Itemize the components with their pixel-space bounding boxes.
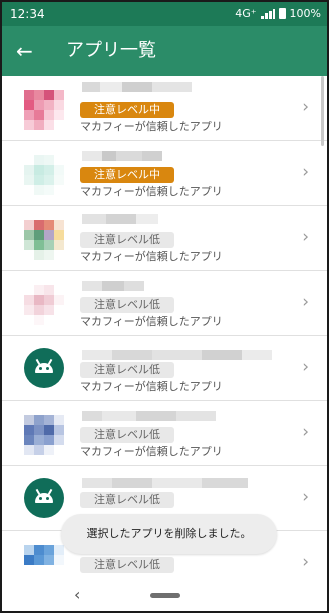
trust-status: マカフィーが信頼したアプリ	[80, 445, 223, 458]
blurred-app-icon	[24, 90, 64, 130]
risk-level-badge: 注意レベル中	[80, 102, 174, 118]
trust-status: マカフィーが信頼したアプリ	[80, 185, 223, 198]
app-name-redacted	[82, 82, 192, 92]
network-label: 4G⁺	[235, 7, 257, 20]
status-bar: 12:34 4G⁺ 100%	[2, 2, 327, 26]
phone-screen: 12:34 4G⁺ 100% ← アプリ一覧 注意レベル中 マカフィーが信頼した…	[0, 0, 329, 613]
app-name-redacted	[82, 350, 272, 360]
app-bar: ← アプリ一覧	[2, 26, 327, 76]
app-list-item[interactable]: 注意レベル中 マカフィーが信頼したアプリ ›	[2, 76, 327, 141]
blurred-app-icon	[24, 155, 64, 195]
status-indicators: 4G⁺ 100%	[235, 7, 321, 20]
blurred-app-icon	[24, 415, 64, 455]
app-list-item[interactable]: 注意レベル低 マカフィーが信頼したアプリ ›	[2, 401, 327, 466]
risk-level-badge: 注意レベル中	[80, 167, 174, 183]
toast-message: 選択したアプリを削除しました。	[61, 514, 277, 554]
trust-status: マカフィーが信頼したアプリ	[80, 120, 223, 133]
trust-status: マカフィーが信頼したアプリ	[80, 250, 223, 263]
nav-home-pill[interactable]	[150, 593, 180, 598]
risk-level-badge: 注意レベル低	[80, 557, 174, 573]
trust-status: マカフィーが信頼したアプリ	[80, 315, 223, 328]
battery-icon	[278, 8, 286, 19]
chevron-right-icon: ›	[302, 292, 309, 312]
page-title: アプリ一覧	[66, 40, 156, 61]
risk-level-badge: 注意レベル低	[80, 297, 174, 313]
chevron-right-icon: ›	[302, 97, 309, 117]
app-list-item[interactable]: 注意レベル中 マカフィーが信頼したアプリ ›	[2, 141, 327, 206]
nav-back-icon[interactable]: ‹	[74, 585, 80, 604]
app-list-item[interactable]: 注意レベル低 マカフィーが信頼したアプリ ›	[2, 336, 327, 401]
app-list-item[interactable]: 注意レベル低 マカフィーが信頼したアプリ ›	[2, 271, 327, 336]
blurred-app-icon	[24, 220, 64, 260]
app-name-redacted	[82, 281, 144, 291]
app-name-redacted	[82, 151, 162, 161]
chevron-right-icon: ›	[302, 357, 309, 377]
trust-status: マカフィーが信頼したアプリ	[80, 380, 223, 393]
app-name-redacted	[82, 411, 216, 421]
chevron-right-icon: ›	[302, 552, 309, 572]
blurred-app-icon	[24, 285, 64, 325]
chevron-right-icon: ›	[302, 487, 309, 507]
app-name-redacted	[82, 214, 158, 224]
status-time: 12:34	[10, 7, 45, 21]
app-name-redacted	[82, 478, 248, 488]
battery-level: 100%	[289, 7, 321, 20]
back-arrow-icon[interactable]: ←	[16, 39, 33, 63]
signal-icon	[260, 8, 275, 19]
chevron-right-icon: ›	[302, 162, 309, 182]
chevron-right-icon: ›	[302, 422, 309, 442]
scrollbar[interactable]	[321, 76, 324, 146]
android-icon	[24, 478, 64, 518]
risk-level-badge: 注意レベル低	[80, 492, 174, 508]
risk-level-badge: 注意レベル低	[80, 362, 174, 378]
system-nav-bar: ‹	[2, 579, 327, 611]
android-icon	[24, 348, 64, 388]
chevron-right-icon: ›	[302, 227, 309, 247]
risk-level-badge: 注意レベル低	[80, 232, 174, 248]
app-list-item[interactable]: 注意レベル低 マカフィーが信頼したアプリ ›	[2, 206, 327, 271]
risk-level-badge: 注意レベル低	[80, 427, 174, 443]
